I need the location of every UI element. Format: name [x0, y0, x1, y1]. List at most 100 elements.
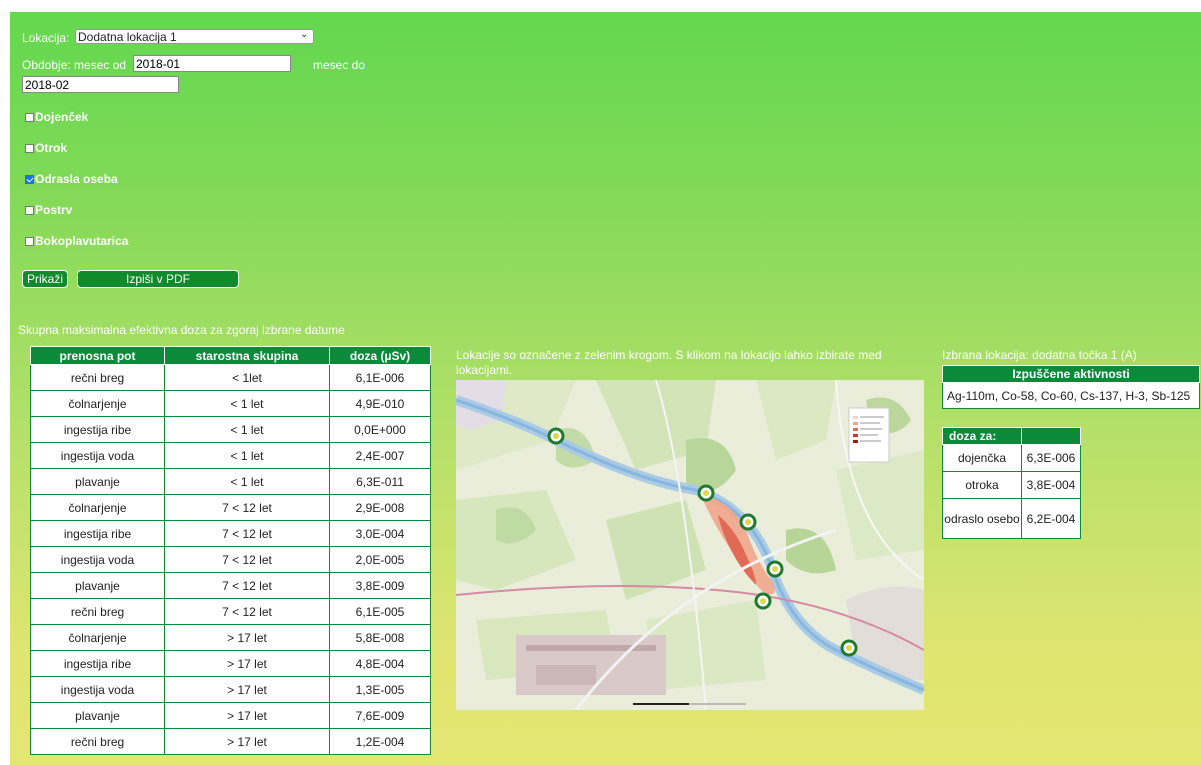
table-row: ingestija ribe < 1 let 0,0E+000 [30, 416, 431, 443]
table-cell: rečni breg [30, 364, 165, 391]
export-pdf-button[interactable]: Izpiši v PDF [77, 270, 239, 288]
table-cell: 7 < 12 let [164, 598, 330, 625]
table-cell: 7 < 12 let [164, 520, 330, 547]
table-cell: ingestija voda [30, 676, 165, 703]
table-cell: 3,0E-004 [329, 520, 431, 547]
table-row: ingestija ribe 7 < 12 let 3,0E-004 [30, 520, 431, 547]
dose-for-table: doza za: dojenčka 6,3E-006 otroka 3,8E-0… [942, 427, 1081, 539]
table-cell: plavanje [30, 468, 165, 495]
table-cell: čolnarjenje [30, 624, 165, 651]
column-header: doza (µSv) [329, 346, 431, 365]
table-cell: 1,3E-005 [329, 676, 431, 703]
checkbox-label: Otrok [35, 141, 68, 155]
activities-table: Izpuščene aktivnosti Ag-110m, Co-58, Co-… [942, 365, 1200, 409]
checkbox-row[interactable]: Postrv [25, 203, 72, 217]
map-graphic [456, 380, 924, 710]
location-marker[interactable] [754, 592, 772, 610]
table-cell: 7,6E-009 [329, 702, 431, 729]
selected-location-caption: Izbrana lokacija: dodatna točka 1 (A) [942, 348, 1137, 362]
activities-header: Izpuščene aktivnosti [942, 365, 1200, 383]
location-marker[interactable] [739, 513, 757, 531]
location-marker[interactable] [547, 427, 565, 445]
checkbox-row[interactable]: Bokoplavutarica [25, 234, 128, 248]
table-cell: < 1 let [164, 468, 330, 495]
table-cell: 5,8E-008 [329, 624, 431, 651]
table-cell: čolnarjenje [30, 390, 165, 417]
table-row: ingestija voda 7 < 12 let 2,0E-005 [30, 546, 431, 573]
table-cell: 6,1E-006 [329, 364, 431, 391]
location-marker[interactable] [840, 639, 858, 657]
location-marker[interactable] [766, 560, 784, 578]
checkbox-label: Dojenček [35, 110, 89, 124]
location-map[interactable] [456, 380, 924, 710]
table-row: čolnarjenje < 1 let 4,9E-010 [30, 390, 431, 417]
show-button[interactable]: Prikaži [22, 270, 68, 288]
table-cell: 2,0E-005 [329, 546, 431, 573]
table-cell: < 1 let [164, 416, 330, 443]
checkbox-label: Postrv [35, 203, 73, 217]
dose-for-value: 3,8E-004 [1021, 471, 1081, 499]
checkbox-row[interactable]: Dojenček [25, 110, 88, 124]
table-cell: plavanje [30, 702, 165, 729]
table-row: čolnarjenje > 17 let 5,8E-008 [30, 624, 431, 651]
table-cell: ingestija ribe [30, 416, 165, 443]
table-cell: 4,9E-010 [329, 390, 431, 417]
table-cell: ingestija ribe [30, 520, 165, 547]
column-header: prenosna pot [30, 346, 165, 365]
chevron-down-icon: ⌄ [300, 29, 309, 40]
table-row: plavanje 7 < 12 let 3,8E-009 [30, 572, 431, 599]
map-caption: Lokacije so označene z zelenim krogom. S… [456, 348, 882, 377]
table-row: ingestija voda > 17 let 1,3E-005 [30, 676, 431, 703]
table-cell: 1,2E-004 [329, 728, 431, 755]
table-cell: > 17 let [164, 702, 330, 729]
table-cell: 2,9E-008 [329, 494, 431, 521]
checkbox[interactable] [25, 174, 34, 184]
dose-table: prenosna pot starostna skupina doza (µSv… [30, 346, 431, 755]
table-cell: 4,8E-004 [329, 650, 431, 677]
month-to-input[interactable] [22, 76, 179, 93]
table-cell: 3,8E-009 [329, 572, 431, 599]
month-from-input[interactable] [133, 55, 291, 72]
column-header: starostna skupina [164, 346, 330, 365]
table-cell: < 1let [164, 364, 330, 391]
table-cell: 7 < 12 let [164, 494, 330, 521]
period-to-label: mesec do [313, 58, 366, 72]
checkbox[interactable] [25, 205, 34, 215]
table-cell: 2,4E-007 [329, 442, 431, 469]
table-cell: 6,3E-011 [329, 468, 431, 495]
table-row: rečni breg 7 < 12 let 6,1E-005 [30, 598, 431, 625]
table-cell: čolnarjenje [30, 494, 165, 521]
table-row: rečni breg < 1let 6,1E-006 [30, 364, 431, 391]
table-cell: ingestija ribe [30, 650, 165, 677]
dose-for-who: odraslo osebo [942, 498, 1022, 539]
checkbox[interactable] [25, 236, 34, 246]
location-marker[interactable] [697, 484, 715, 502]
table-cell: rečni breg [30, 728, 165, 755]
table-cell: > 17 let [164, 624, 330, 651]
dose-for-value: 6,2E-004 [1021, 498, 1081, 539]
table-row: rečni breg > 17 let 1,2E-004 [30, 728, 431, 755]
location-label: Lokacija: [22, 31, 70, 45]
dose-for-who: otroka [942, 471, 1022, 499]
checkbox-label: Bokoplavutarica [35, 234, 129, 248]
checkbox-row[interactable]: Odrasla oseba [25, 172, 118, 186]
table-cell: ingestija voda [30, 442, 165, 469]
dose-table-header: prenosna pot starostna skupina doza (µSv… [30, 346, 431, 365]
dose-table-caption: Skupna maksimalna efektivna doza za zgor… [18, 323, 345, 337]
table-row: ingestija voda < 1 let 2,4E-007 [30, 442, 431, 469]
table-row: plavanje > 17 let 7,6E-009 [30, 702, 431, 729]
table-cell: 7 < 12 let [164, 546, 330, 573]
table-cell: > 17 let [164, 650, 330, 677]
dose-for-value: 6,3E-006 [1021, 444, 1081, 472]
table-cell: plavanje [30, 572, 165, 599]
dose-for-header: doza za: [942, 427, 1022, 445]
period-from-label: Obdobje: mesec od [22, 58, 127, 72]
location-select[interactable]: Dodatna lokacija 1 [75, 29, 314, 44]
table-row: plavanje < 1 let 6,3E-011 [30, 468, 431, 495]
table-cell: < 1 let [164, 442, 330, 469]
table-cell: ingestija voda [30, 546, 165, 573]
checkbox[interactable] [25, 143, 34, 153]
table-cell: 6,1E-005 [329, 598, 431, 625]
checkbox[interactable] [25, 112, 34, 122]
checkbox-row[interactable]: Otrok [25, 141, 67, 155]
